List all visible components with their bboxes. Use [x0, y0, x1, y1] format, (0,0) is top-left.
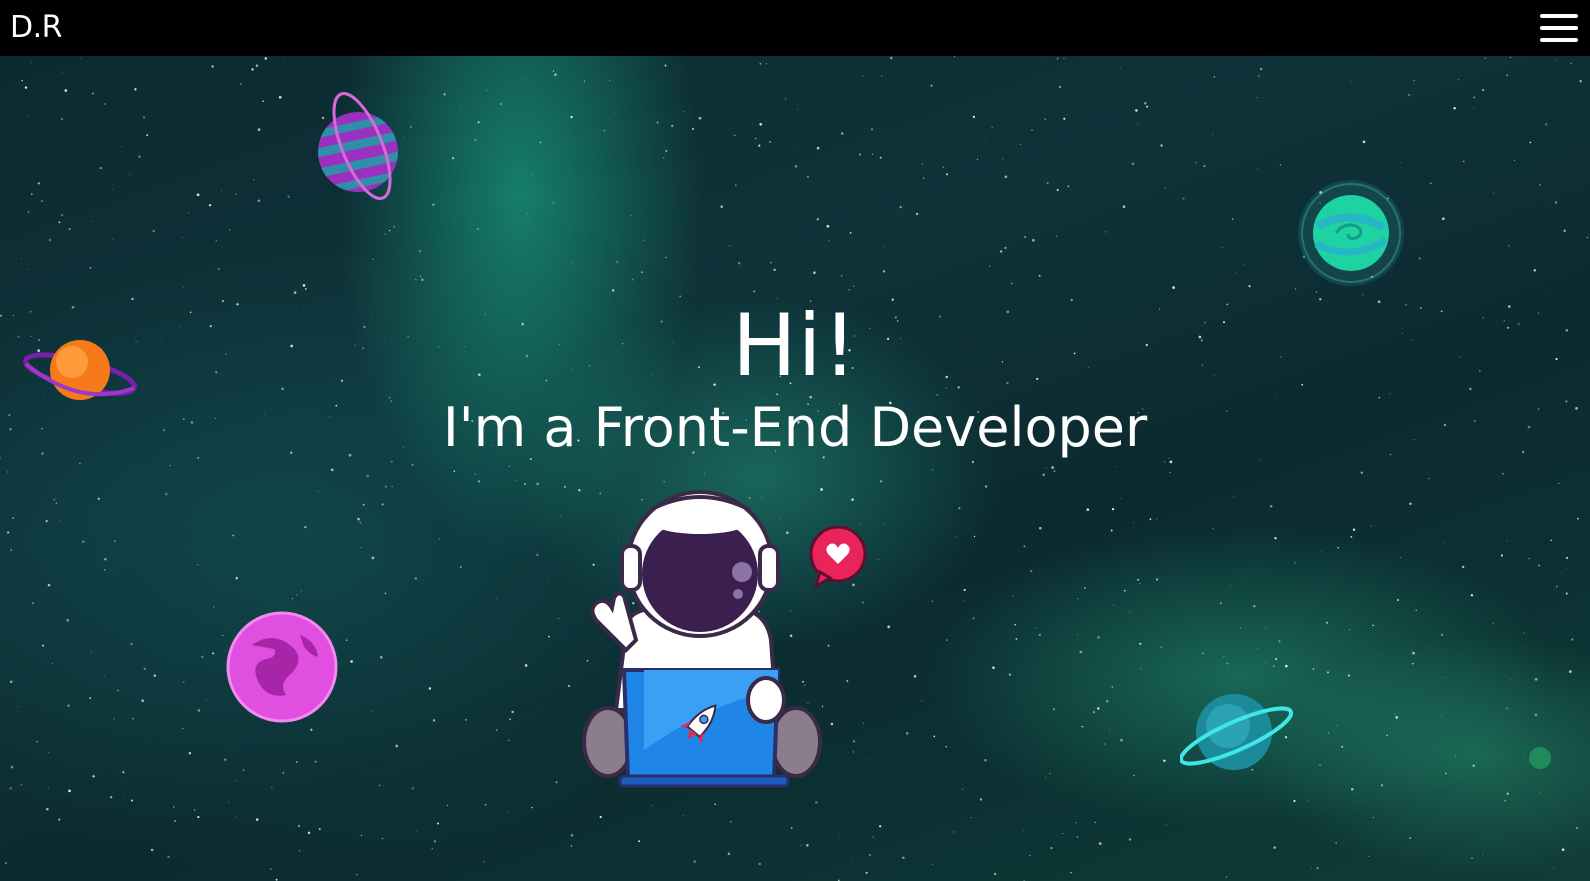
green-swirl-planet	[1298, 180, 1404, 286]
pink-planet	[226, 611, 338, 723]
navbar: D.R	[0, 0, 1590, 56]
hero-title: Hi!	[731, 296, 859, 396]
astronaut-illustration	[582, 490, 822, 788]
hero-section: Hi! I'm a Front-End Developer	[0, 56, 1590, 881]
striped-purple-planet	[318, 92, 398, 200]
hamburger-menu-icon[interactable]	[1540, 14, 1578, 44]
hero-text: Hi! I'm a Front-End Developer	[0, 296, 1590, 460]
site-logo[interactable]: D.R	[10, 10, 62, 46]
heart-speech-bubble-icon	[809, 526, 867, 588]
small-green-planet	[1529, 747, 1551, 769]
teal-ringed-planet	[1180, 694, 1294, 770]
hero-subtitle: I'm a Front-End Developer	[442, 396, 1148, 459]
